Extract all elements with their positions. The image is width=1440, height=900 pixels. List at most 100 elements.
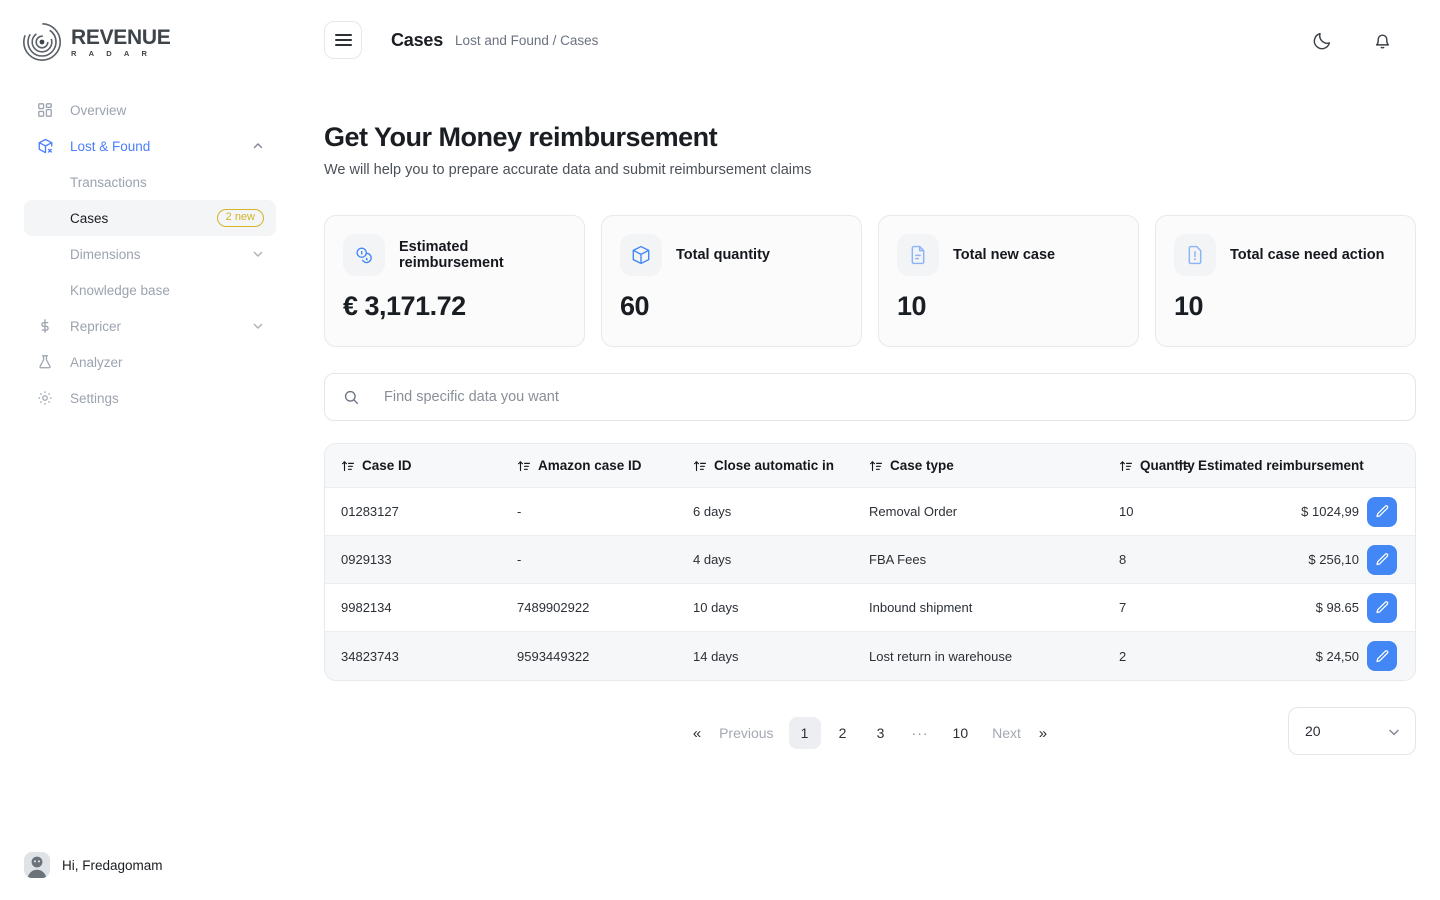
- chevron-down-icon[interactable]: [252, 248, 264, 260]
- cell-case-type: Inbound shipment: [869, 600, 973, 615]
- topbar: Cases Lost and Found / Cases: [300, 0, 1440, 80]
- column-header-close-automatic-in[interactable]: Close automatic in: [693, 458, 869, 473]
- stat-card-value: € 3,171.72: [343, 291, 466, 321]
- page-button-10[interactable]: 10: [944, 717, 978, 749]
- first-page-button[interactable]: «: [690, 717, 704, 749]
- app-root: REVENUE R A D A R Overview Lost & Found …: [0, 0, 1440, 900]
- cell-case-type: FBA Fees: [869, 552, 927, 567]
- stat-card-total-quantity: Total quantity 60: [601, 215, 862, 347]
- dollar-icon: [36, 317, 54, 335]
- cell-amazon-case-id: 7489902922: [517, 600, 590, 615]
- table-row[interactable]: 34823743 9593449322 14 days Lost return …: [325, 632, 1415, 680]
- cell-close-automatic-in: 14 days: [693, 648, 739, 664]
- cell-quantity: 2: [1119, 648, 1127, 664]
- column-header-label: Case type: [890, 458, 954, 473]
- sort-asc-icon[interactable]: [517, 459, 531, 473]
- chevron-up-icon[interactable]: [252, 140, 264, 152]
- sort-asc-icon[interactable]: [693, 459, 707, 473]
- cell-case-type: Removal Order: [869, 504, 958, 519]
- column-header-label: Estimated reimbursement: [1198, 458, 1364, 473]
- last-page-button[interactable]: »: [1036, 717, 1050, 749]
- moon-icon[interactable]: [1310, 28, 1334, 52]
- cell-amazon-case-id: 9593449322: [517, 648, 590, 664]
- stat-card-total-new-case: Total new case 10: [878, 215, 1139, 347]
- sort-asc-icon[interactable]: [1119, 459, 1133, 473]
- edit-pencil-icon[interactable]: [1367, 641, 1397, 671]
- column-header-label: Close automatic in: [714, 458, 835, 473]
- search-bar[interactable]: [324, 373, 1416, 421]
- brand-tagline: R A D A R: [71, 48, 153, 58]
- sort-asc-icon[interactable]: [341, 459, 355, 473]
- cell-estimated-reimbursement: $ 1024,99: [1301, 504, 1359, 519]
- page-subtitle: We will help you to prepare accurate dat…: [324, 162, 812, 178]
- sidebar-item-settings[interactable]: Settings: [24, 380, 276, 416]
- previous-page-button[interactable]: Previous: [710, 717, 782, 749]
- stat-card-value: 60: [620, 291, 650, 321]
- bell-icon[interactable]: [1370, 28, 1394, 52]
- sidebar-item-label: Lost & Found: [70, 138, 151, 154]
- page-content: Get Your Money reimbursement We will hel…: [300, 122, 1440, 759]
- lost-box-icon: [36, 137, 54, 155]
- sidebar-user[interactable]: Hi, Fredagomam: [24, 852, 163, 878]
- gear-icon: [36, 389, 54, 407]
- stat-card-value: 10: [897, 291, 927, 321]
- page-size-select[interactable]: 20: [1288, 707, 1416, 755]
- page-title: Get Your Money reimbursement: [324, 122, 718, 152]
- column-header-amazon-case-id[interactable]: Amazon case ID: [517, 458, 693, 473]
- edit-pencil-icon[interactable]: [1367, 496, 1397, 527]
- stat-card-value: 10: [1174, 291, 1204, 321]
- sidebar-item-cases[interactable]: Cases 2 new: [24, 200, 276, 236]
- table-row[interactable]: 9982134 7489902922 10 days Inbound shipm…: [325, 584, 1415, 632]
- column-header-case-id[interactable]: Case ID: [341, 458, 517, 473]
- hamburger-icon[interactable]: [324, 21, 362, 59]
- chevron-down-icon: [1387, 725, 1399, 737]
- page-size-value: 20: [1305, 723, 1321, 739]
- table-row[interactable]: 01283127 - 6 days Removal Order 10 $ 102…: [325, 488, 1415, 536]
- flask-icon: [36, 353, 54, 371]
- cell-amazon-case-id: -: [517, 552, 522, 567]
- sidebar-item-lost-and-found[interactable]: Lost & Found: [24, 128, 276, 164]
- coins-icon: [343, 234, 385, 276]
- sidebar-item-dimensions[interactable]: Dimensions: [24, 236, 276, 272]
- page-button-3[interactable]: 3: [865, 717, 897, 749]
- grid-icon: [36, 101, 54, 119]
- stat-card-label: Total quantity: [676, 247, 770, 263]
- column-header-label: Case ID: [362, 458, 412, 473]
- cell-case-id: 0929133: [341, 552, 392, 567]
- brand-logo[interactable]: REVENUE R A D A R: [0, 0, 300, 62]
- edit-pencil-icon[interactable]: [1367, 544, 1397, 575]
- sidebar-item-analyzer[interactable]: Analyzer: [24, 344, 276, 380]
- sidebar: REVENUE R A D A R Overview Lost & Found …: [0, 0, 300, 900]
- cell-quantity: 8: [1119, 552, 1127, 567]
- edit-pencil-icon[interactable]: [1367, 592, 1397, 623]
- table-row[interactable]: 0929133 - 4 days FBA Fees 8 $ 256,10: [325, 536, 1415, 584]
- next-page-button[interactable]: Next: [983, 717, 1030, 749]
- chevron-down-icon[interactable]: [252, 320, 264, 332]
- cell-estimated-reimbursement: $ 98.65: [1315, 600, 1359, 615]
- sort-asc-icon[interactable]: [869, 459, 883, 473]
- column-header-estimated-reimbursement[interactable]: Estimated reimbursement: [1177, 458, 1364, 473]
- sidebar-item-label: Transactions: [70, 174, 147, 190]
- cases-table: Case ID Amazon case ID Close automatic i…: [324, 443, 1416, 681]
- sort-asc-icon[interactable]: [1177, 459, 1191, 473]
- search-input[interactable]: [384, 389, 1397, 405]
- cell-estimated-reimbursement: $ 24,50: [1315, 648, 1359, 664]
- radar-spiral-icon: [22, 22, 62, 62]
- stat-card-label: Total case need action: [1230, 247, 1385, 263]
- cell-quantity: 10: [1119, 504, 1134, 519]
- sidebar-item-label: Overview: [70, 102, 127, 118]
- brand-name: REVENUE: [71, 25, 171, 49]
- cell-case-id: 9982134: [341, 600, 392, 615]
- sidebar-item-repricer[interactable]: Repricer: [24, 308, 276, 344]
- sidebar-item-label: Knowledge base: [70, 282, 170, 298]
- sidebar-item-knowledge-base[interactable]: Knowledge base: [24, 272, 276, 308]
- cell-close-automatic-in: 10 days: [693, 600, 739, 615]
- column-header-quantity[interactable]: Quantity: [1119, 458, 1195, 473]
- page-button-2[interactable]: 2: [827, 717, 859, 749]
- stat-card-label: Estimated reimbursement: [399, 239, 504, 271]
- stat-card-label: Total new case: [953, 247, 1056, 263]
- page-button-1[interactable]: 1: [788, 717, 821, 749]
- sidebar-item-overview[interactable]: Overview: [24, 92, 276, 128]
- column-header-case-type[interactable]: Case type: [869, 458, 1119, 473]
- sidebar-item-transactions[interactable]: Transactions: [24, 164, 276, 200]
